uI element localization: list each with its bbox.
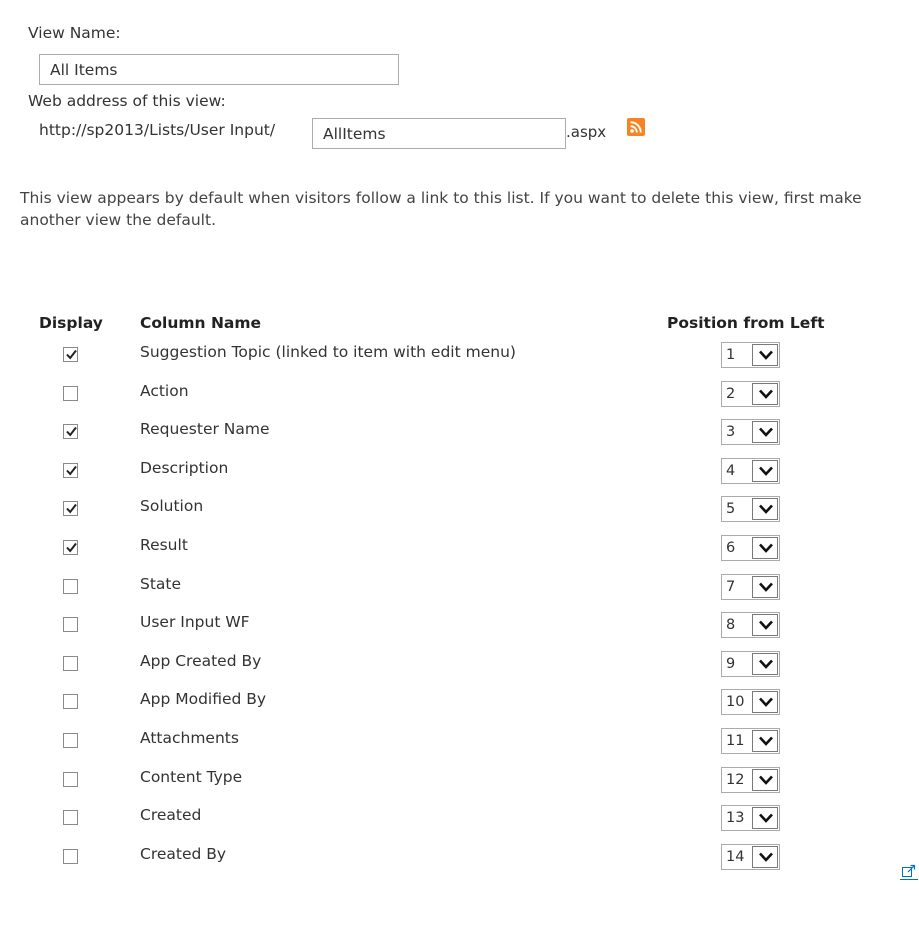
column-name-label: Requester Name bbox=[140, 420, 270, 438]
column-name-label: Suggestion Topic (linked to item with ed… bbox=[140, 343, 516, 361]
position-value: 10 bbox=[726, 694, 745, 710]
column-row: Result 6 bbox=[0, 535, 919, 576]
chevron-down-icon[interactable] bbox=[752, 653, 778, 675]
column-name-label: Attachments bbox=[140, 729, 239, 747]
column-name-label: State bbox=[140, 575, 182, 593]
position-select[interactable]: 8 bbox=[721, 612, 780, 638]
column-name-label: Description bbox=[140, 459, 229, 477]
position-value: 14 bbox=[726, 849, 745, 865]
display-checkbox[interactable] bbox=[63, 733, 78, 748]
check-icon bbox=[66, 465, 77, 476]
column-name-label: Created bbox=[140, 806, 202, 824]
chevron-down-icon[interactable] bbox=[752, 691, 778, 713]
column-name-label: App Modified By bbox=[140, 690, 267, 708]
position-select[interactable]: 14 bbox=[721, 844, 780, 870]
chevron-down-icon[interactable] bbox=[752, 769, 778, 791]
display-checkbox[interactable] bbox=[63, 579, 78, 594]
column-row: Created 13 bbox=[0, 805, 919, 846]
display-checkbox[interactable] bbox=[63, 694, 78, 709]
columns-list: Suggestion Topic (linked to item with ed… bbox=[0, 0, 919, 881]
chevron-down-icon[interactable] bbox=[752, 846, 778, 868]
column-row: Requester Name 3 bbox=[0, 419, 919, 460]
column-row: Created By 14 bbox=[0, 844, 919, 881]
display-checkbox[interactable] bbox=[63, 347, 78, 362]
position-select[interactable]: 6 bbox=[721, 535, 780, 561]
position-value: 7 bbox=[726, 579, 736, 595]
position-select[interactable]: 5 bbox=[721, 496, 780, 522]
column-name-label: Created By bbox=[140, 845, 227, 863]
position-value: 8 bbox=[726, 617, 736, 633]
column-row: Solution 5 bbox=[0, 496, 919, 537]
position-select[interactable]: 11 bbox=[721, 728, 780, 754]
column-row: User Input WF 8 bbox=[0, 612, 919, 653]
chevron-down-icon[interactable] bbox=[752, 383, 778, 405]
chevron-down-icon[interactable] bbox=[752, 344, 778, 366]
position-select[interactable]: 3 bbox=[721, 419, 780, 445]
column-name-label: Content Type bbox=[140, 768, 243, 786]
position-value: 4 bbox=[726, 463, 736, 479]
column-name-label: Solution bbox=[140, 497, 204, 515]
display-checkbox[interactable] bbox=[63, 772, 78, 787]
column-name-label: Result bbox=[140, 536, 188, 554]
column-row: Suggestion Topic (linked to item with ed… bbox=[0, 342, 919, 383]
position-value: 6 bbox=[726, 540, 736, 556]
check-icon bbox=[66, 542, 77, 553]
check-icon bbox=[66, 426, 77, 437]
display-checkbox[interactable] bbox=[63, 501, 78, 516]
chevron-down-icon[interactable] bbox=[752, 498, 778, 520]
column-row: Attachments 11 bbox=[0, 728, 919, 769]
position-value: 5 bbox=[726, 501, 736, 517]
position-value: 1 bbox=[726, 347, 736, 363]
chevron-down-icon[interactable] bbox=[752, 421, 778, 443]
position-select[interactable]: 9 bbox=[721, 651, 780, 677]
check-icon bbox=[66, 503, 77, 514]
display-checkbox[interactable] bbox=[63, 849, 78, 864]
column-row: App Created By 9 bbox=[0, 651, 919, 692]
chevron-down-icon[interactable] bbox=[752, 460, 778, 482]
chevron-down-icon[interactable] bbox=[752, 807, 778, 829]
column-name-label: App Created By bbox=[140, 652, 262, 670]
position-value: 2 bbox=[726, 386, 736, 402]
column-row: App Modified By 10 bbox=[0, 689, 919, 730]
position-select[interactable]: 13 bbox=[721, 805, 780, 831]
display-checkbox[interactable] bbox=[63, 656, 78, 671]
position-value: 9 bbox=[726, 656, 736, 672]
display-checkbox[interactable] bbox=[63, 810, 78, 825]
display-checkbox[interactable] bbox=[63, 386, 78, 401]
column-row: Content Type 12 bbox=[0, 767, 919, 808]
position-value: 3 bbox=[726, 424, 736, 440]
chevron-down-icon[interactable] bbox=[752, 730, 778, 752]
chevron-down-icon[interactable] bbox=[752, 576, 778, 598]
column-row: Action 2 bbox=[0, 381, 919, 422]
column-name-label: Action bbox=[140, 382, 189, 400]
position-value: 13 bbox=[726, 810, 745, 826]
display-checkbox[interactable] bbox=[63, 463, 78, 478]
position-value: 11 bbox=[726, 733, 745, 749]
position-select[interactable]: 4 bbox=[721, 458, 780, 484]
display-checkbox[interactable] bbox=[63, 540, 78, 555]
open-in-new-window-icon[interactable] bbox=[900, 862, 918, 880]
display-checkbox[interactable] bbox=[63, 424, 78, 439]
position-value: 12 bbox=[726, 772, 745, 788]
column-row: State 7 bbox=[0, 574, 919, 615]
display-checkbox[interactable] bbox=[63, 617, 78, 632]
position-select[interactable]: 7 bbox=[721, 574, 780, 600]
chevron-down-icon[interactable] bbox=[752, 614, 778, 636]
position-select[interactable]: 2 bbox=[721, 381, 780, 407]
chevron-down-icon[interactable] bbox=[752, 537, 778, 559]
check-icon bbox=[66, 349, 77, 360]
column-name-label: User Input WF bbox=[140, 613, 250, 631]
position-select[interactable]: 1 bbox=[721, 342, 780, 368]
position-select[interactable]: 12 bbox=[721, 767, 780, 793]
position-select[interactable]: 10 bbox=[721, 689, 780, 715]
column-row: Description 4 bbox=[0, 458, 919, 499]
